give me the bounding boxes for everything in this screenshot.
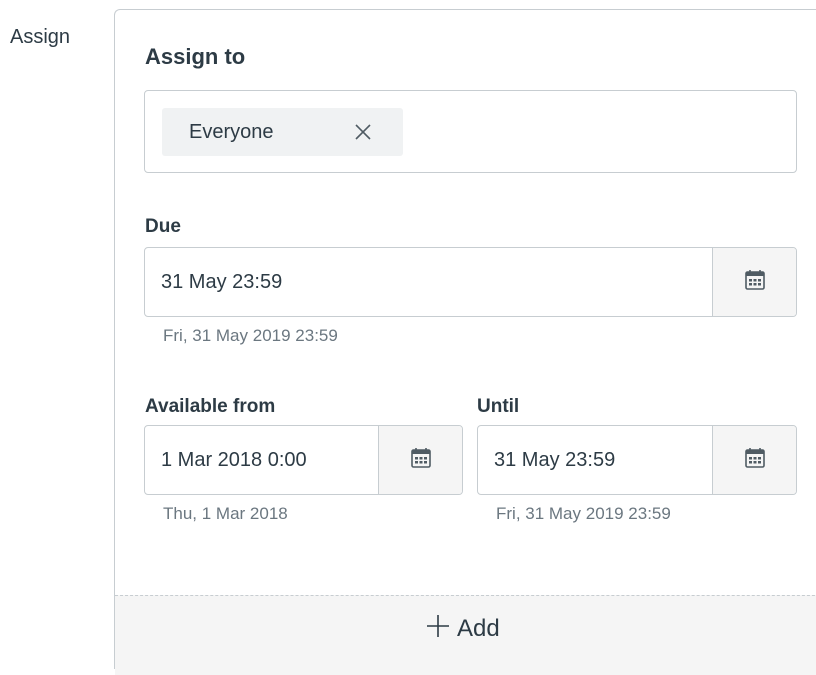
- plus-icon: [425, 613, 451, 644]
- calendar-icon: [410, 447, 432, 474]
- assignee-token-label: Everyone: [189, 121, 274, 143]
- assignee-token-everyone: Everyone: [162, 108, 403, 156]
- assign-card: Assign to Everyone Due 31 May 23:59 Fri,…: [114, 9, 816, 675]
- until-input[interactable]: [478, 426, 712, 494]
- assign-to-input[interactable]: Everyone: [144, 90, 797, 173]
- available-from-hint: Thu, 1 Mar 2018: [163, 504, 288, 523]
- until-field: [477, 425, 797, 495]
- available-from-input[interactable]: [145, 426, 378, 494]
- until-label: Until: [477, 396, 520, 417]
- due-date-input[interactable]: [145, 248, 712, 316]
- calendar-icon: [744, 269, 766, 296]
- due-date-field: [144, 247, 797, 317]
- until-calendar-button[interactable]: [712, 426, 796, 494]
- available-from-field: [144, 425, 463, 495]
- due-date-hint: Fri, 31 May 2019 23:59: [163, 326, 338, 345]
- add-label: Add: [457, 614, 500, 642]
- assign-to-heading: Assign to: [145, 44, 246, 69]
- due-label: Due: [145, 216, 181, 237]
- assign-row-label: Assign: [10, 26, 71, 48]
- until-hint: Fri, 31 May 2019 23:59: [496, 504, 671, 523]
- available-from-label: Available from: [145, 396, 276, 417]
- close-icon[interactable]: [351, 120, 375, 144]
- available-from-calendar-button[interactable]: [378, 426, 462, 494]
- add-assignment-button[interactable]: Add: [115, 595, 816, 675]
- calendar-icon: [744, 447, 766, 474]
- due-calendar-button[interactable]: [712, 248, 796, 316]
